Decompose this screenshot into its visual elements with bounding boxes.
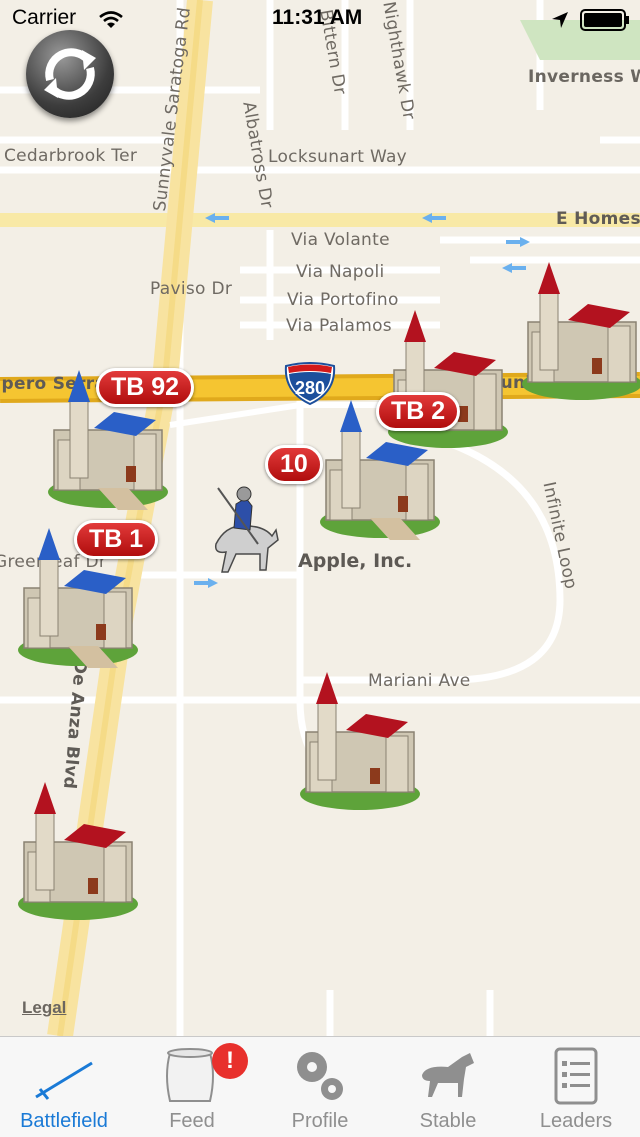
street-label: Via Volante bbox=[291, 230, 390, 250]
poi-label: Apple, Inc. bbox=[298, 550, 413, 572]
street-label: Via Portofino bbox=[287, 290, 399, 310]
location-arrow-icon bbox=[552, 12, 568, 28]
tab-battlefield[interactable]: Battlefield bbox=[0, 1037, 128, 1137]
sword-icon bbox=[35, 1061, 93, 1100]
wifi-icon bbox=[99, 11, 123, 28]
tab-label: Profile bbox=[291, 1110, 349, 1132]
gears-icon bbox=[297, 1052, 343, 1100]
street-label: Inverness W bbox=[528, 67, 640, 87]
castle-label-badge[interactable]: TB 92 bbox=[96, 368, 195, 407]
knight-on-horse-icon[interactable] bbox=[206, 484, 280, 576]
castle-label-badge[interactable]: TB 2 bbox=[376, 392, 461, 431]
street-label: Locksunart Way bbox=[268, 147, 408, 167]
tab-profile[interactable]: Profile bbox=[256, 1037, 384, 1137]
castle-label-badge[interactable]: TB 1 bbox=[74, 520, 159, 559]
refresh-button[interactable] bbox=[26, 30, 114, 118]
tab-label: Stable bbox=[419, 1110, 477, 1132]
castle-icon[interactable] bbox=[8, 782, 148, 932]
battery-icon bbox=[580, 9, 629, 31]
legal-link[interactable]: Legal bbox=[22, 998, 66, 1018]
shield-number: 280 bbox=[295, 378, 325, 398]
feed-notification-badge: ! bbox=[212, 1043, 248, 1079]
castle-icon[interactable] bbox=[512, 262, 640, 412]
clock: 11:31 AM bbox=[272, 6, 363, 29]
refresh-arrows-icon bbox=[44, 48, 96, 100]
carrier-label: Carrier bbox=[12, 6, 77, 29]
street-label: Via Palamos bbox=[286, 316, 392, 336]
tab-label: Battlefield bbox=[20, 1110, 108, 1132]
street-label: Cedarbrook Ter bbox=[4, 146, 138, 166]
tab-bar: Battlefield Feed Profile Stable Leaders bbox=[0, 1036, 640, 1137]
tab-stable[interactable]: Stable bbox=[384, 1037, 512, 1137]
tab-leaders[interactable]: Leaders bbox=[512, 1037, 640, 1137]
street-label: Paviso Dr bbox=[150, 279, 233, 299]
street-label: E Homes bbox=[556, 209, 640, 229]
horse-icon bbox=[422, 1053, 474, 1097]
castle-label-badge[interactable]: 10 bbox=[265, 445, 323, 484]
tab-label: Leaders bbox=[539, 1110, 613, 1132]
map-view[interactable]: Sunnyvale Saratoga Rd Albatross Dr Bitte… bbox=[0, 0, 640, 1036]
street-label: Via Napoli bbox=[296, 262, 385, 282]
castle-icon[interactable] bbox=[378, 310, 518, 460]
list-icon bbox=[554, 1047, 598, 1105]
tab-label: Feed bbox=[169, 1110, 215, 1132]
castle-icon[interactable] bbox=[290, 672, 430, 822]
